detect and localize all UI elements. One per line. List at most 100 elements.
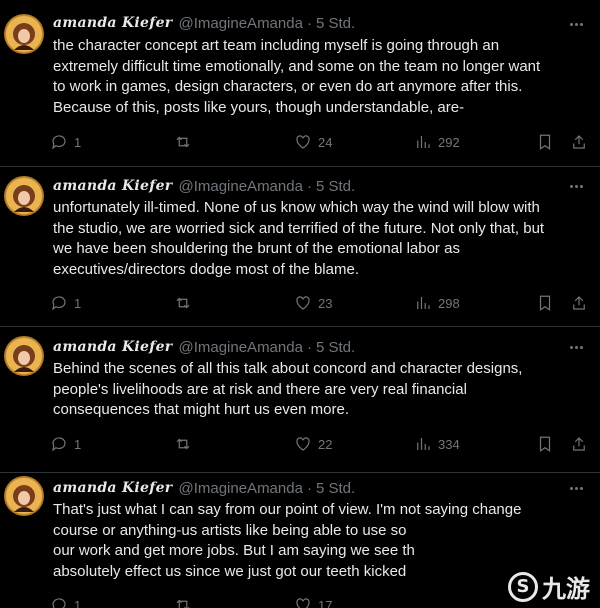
- watermark: S 九游: [508, 569, 590, 604]
- tweet-text-line: our work and get more jobs. But I am say…: [53, 542, 415, 559]
- like-button[interactable]: 24: [294, 132, 332, 152]
- bookmark-icon: [539, 134, 551, 150]
- view-count: 298: [438, 295, 460, 311]
- tweet-header: amanda Kiefer @ImagineAmanda · 5 Std.: [53, 478, 355, 498]
- user-handle[interactable]: @ImagineAmanda: [178, 15, 302, 32]
- like-count: 22: [318, 436, 333, 452]
- reply-button[interactable]: 1: [50, 595, 81, 608]
- display-name[interactable]: amanda Kiefer: [53, 178, 172, 194]
- separator: ·: [306, 14, 312, 32]
- tweet: amanda Kiefer @ImagineAmanda · 5 Std. un…: [0, 166, 600, 326]
- reply-icon: [52, 437, 66, 452]
- watermark-text: 九游: [542, 575, 590, 603]
- tweet-text-line: course or anything-us artists like being…: [53, 521, 407, 539]
- like-button[interactable]: 22: [294, 434, 332, 454]
- tweet-actions: 1 22 334: [50, 434, 585, 454]
- bookmark-icon: [539, 436, 551, 452]
- tweet-text-line: Because of this, posts like yours, thoug…: [53, 98, 465, 116]
- more-options-icon[interactable]: [566, 176, 586, 196]
- reply-button[interactable]: 1: [50, 293, 81, 313]
- views-button[interactable]: 298: [414, 293, 460, 313]
- tweet-text-line: people's livelihoods are at risk and the…: [53, 380, 467, 398]
- analytics-icon: [417, 136, 430, 148]
- watermark-logo-icon: S: [508, 571, 538, 602]
- timestamp[interactable]: 5 Std.: [316, 480, 355, 497]
- heart-icon: [296, 437, 310, 451]
- tweet-text-line: consequences that might hurt us even mor…: [53, 401, 350, 418]
- heart-icon: [296, 598, 310, 608]
- tweet-text-line: to work in games, design characters, or …: [53, 78, 523, 95]
- tweet-text-line: That's just what I can say from our poin…: [53, 501, 522, 518]
- like-count: 23: [318, 295, 333, 311]
- analytics-icon: [417, 297, 430, 309]
- tweet-header: amanda Kiefer @ImagineAmanda · 5 Std.: [53, 176, 355, 196]
- tweet-actions: 1 23 298: [50, 293, 585, 313]
- avatar[interactable]: [4, 476, 44, 516]
- tweet: amanda Kiefer @ImagineAmanda · 5 Std. Be…: [0, 326, 600, 472]
- retweet-button[interactable]: [174, 595, 198, 608]
- divider: [0, 326, 600, 327]
- more-options-icon[interactable]: [566, 14, 586, 34]
- bookmark-button[interactable]: [536, 434, 560, 454]
- user-handle[interactable]: @ImagineAmanda: [178, 178, 302, 195]
- reply-icon: [52, 296, 66, 311]
- retweet-button[interactable]: [174, 132, 198, 152]
- heart-icon: [296, 296, 310, 310]
- reply-button[interactable]: 1: [50, 434, 81, 454]
- share-icon: [573, 135, 585, 149]
- reply-icon: [52, 598, 66, 608]
- like-button[interactable]: 23: [294, 293, 332, 313]
- view-count: 292: [438, 134, 460, 150]
- avatar[interactable]: [4, 176, 44, 216]
- user-handle[interactable]: @ImagineAmanda: [178, 480, 302, 497]
- tweet-text: Behind the scenes of all this talk about…: [53, 359, 593, 421]
- tweet-actions: 1 24 292: [50, 132, 585, 152]
- retweet-icon: [176, 297, 190, 309]
- display-name[interactable]: amanda Kiefer: [53, 480, 172, 496]
- reply-count: 1: [74, 597, 82, 608]
- retweet-icon: [176, 136, 190, 148]
- tweet-text-line: the character concept art team including…: [53, 37, 500, 54]
- display-name[interactable]: amanda Kiefer: [53, 339, 172, 355]
- avatar[interactable]: [4, 14, 44, 54]
- reply-button[interactable]: 1: [50, 132, 81, 152]
- reply-count: 1: [74, 436, 82, 452]
- tweet-text-line: unfortunately ill-timed. None of us know…: [53, 199, 540, 216]
- avatar[interactable]: [4, 336, 44, 376]
- tweet-actions: 1 17: [50, 595, 570, 608]
- separator: ·: [306, 338, 312, 356]
- tweet-text: unfortunately ill-timed. None of us know…: [53, 198, 593, 280]
- share-icon: [573, 437, 585, 451]
- separator: ·: [306, 177, 312, 195]
- retweet-button[interactable]: [174, 293, 198, 313]
- tweet-text-line: the studio, we are worried sick and terr…: [53, 219, 545, 237]
- analytics-icon: [417, 438, 430, 450]
- views-button[interactable]: 292: [414, 132, 460, 152]
- bookmark-button[interactable]: [536, 293, 560, 313]
- tweet-text-line: we have been shouldering the brunt of th…: [53, 240, 460, 257]
- view-count: 334: [438, 436, 460, 452]
- share-button[interactable]: [570, 293, 594, 313]
- more-options-icon[interactable]: [566, 337, 586, 357]
- reply-icon: [52, 135, 66, 150]
- separator: ·: [306, 479, 312, 497]
- user-handle[interactable]: @ImagineAmanda: [178, 339, 302, 356]
- views-button[interactable]: 334: [414, 434, 460, 454]
- reply-count: 1: [74, 134, 82, 150]
- bookmark-button[interactable]: [536, 132, 560, 152]
- like-count: 24: [318, 134, 333, 150]
- timestamp[interactable]: 5 Std.: [316, 15, 355, 32]
- retweet-button[interactable]: [174, 434, 198, 454]
- more-options-icon[interactable]: [566, 478, 586, 498]
- retweet-icon: [176, 438, 190, 450]
- display-name[interactable]: amanda Kiefer: [53, 15, 172, 31]
- timestamp[interactable]: 5 Std.: [316, 339, 355, 356]
- share-button[interactable]: [570, 434, 594, 454]
- tweet-header: amanda Kiefer @ImagineAmanda · 5 Std.: [53, 337, 355, 357]
- share-button[interactable]: [570, 132, 594, 152]
- timestamp[interactable]: 5 Std.: [316, 178, 355, 195]
- divider: [0, 166, 600, 167]
- retweet-icon: [176, 599, 190, 608]
- tweet-text-line: executives/directors dodge most of the b…: [53, 260, 359, 278]
- like-button[interactable]: 17: [294, 595, 332, 608]
